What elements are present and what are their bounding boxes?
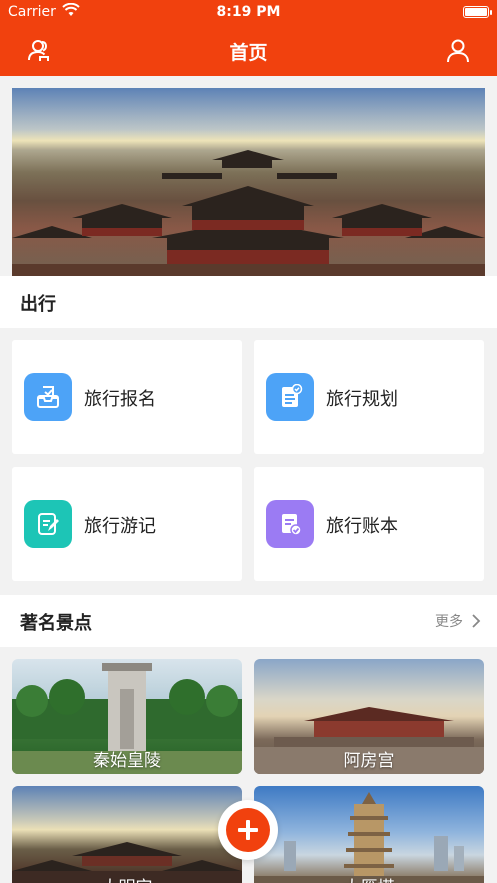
travel-notes-card[interactable]: 旅行游记 xyxy=(12,467,242,581)
card-label: 旅行账本 xyxy=(326,516,398,537)
spot-name: 大雁塔 xyxy=(254,873,484,883)
spot-name: 大明宫 xyxy=(12,873,242,883)
travel-section-header: 出行 xyxy=(0,276,497,328)
card-label: 旅行报名 xyxy=(84,389,156,410)
pagoda-illustration xyxy=(254,792,484,883)
palace-illustration xyxy=(12,88,485,276)
add-icon xyxy=(238,820,258,840)
card-label: 旅行游记 xyxy=(84,516,156,537)
travel-ledger-card[interactable]: 旅行账本 xyxy=(254,467,484,581)
clock: 8:19 PM xyxy=(216,4,281,20)
card-label: 旅行规划 xyxy=(326,389,398,410)
more-link[interactable]: 更多 xyxy=(435,611,481,631)
spots-section-header: 著名景点 更多 xyxy=(0,595,497,647)
spot-name: 秦始皇陵 xyxy=(93,751,161,771)
spot-card-afanggong[interactable]: 阿房宫 xyxy=(254,659,484,774)
add-button[interactable] xyxy=(218,800,278,860)
add-button-circle xyxy=(226,808,270,852)
profile-icon[interactable] xyxy=(445,38,471,64)
spot-name: 阿房宫 xyxy=(343,751,395,771)
chevron-right-icon xyxy=(472,614,481,628)
ledger-check-icon xyxy=(266,500,314,548)
signup-inbox-icon xyxy=(24,373,72,421)
spot-card-qinshihuang[interactable]: 秦始皇陵 xyxy=(12,659,242,774)
banner-image[interactable] xyxy=(12,88,485,276)
nav-bar: 首页 xyxy=(0,26,497,76)
spot-card-dayanta[interactable]: 大雁塔 xyxy=(254,786,484,883)
palace-illustration xyxy=(12,842,242,883)
spot-card-damingong[interactable]: 大明宫 xyxy=(12,786,242,883)
travel-signup-card[interactable]: 旅行报名 xyxy=(12,340,242,454)
notes-edit-icon xyxy=(24,500,72,548)
status-bar: Carrier 8:19 PM xyxy=(0,0,497,26)
section-title: 著名景点 xyxy=(20,613,92,634)
page-title: 首页 xyxy=(229,42,268,64)
travel-plan-card[interactable]: 旅行规划 xyxy=(254,340,484,454)
battery-icon xyxy=(463,6,492,18)
plan-document-icon xyxy=(266,373,314,421)
more-label: 更多 xyxy=(435,614,463,630)
section-title: 出行 xyxy=(20,294,56,315)
